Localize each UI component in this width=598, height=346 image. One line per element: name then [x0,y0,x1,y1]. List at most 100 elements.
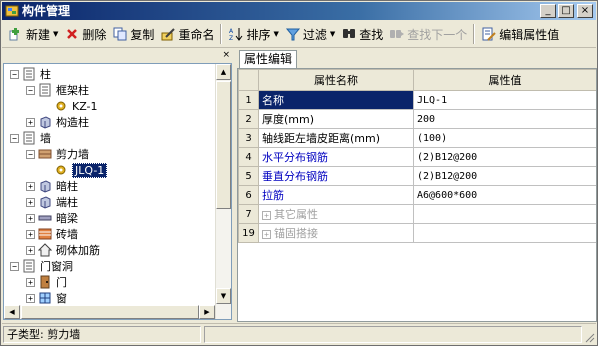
delete-button[interactable]: 删除 [61,23,109,45]
expand-icon[interactable]: + [26,117,35,127]
filter-dropdown-arrow-icon[interactable]: ▼ [330,30,335,38]
copy-button[interactable]: 复制 [109,23,157,45]
property-row[interactable]: 4 水平分布钢筋 (2)B12@200 [238,147,596,167]
status-subtype: 子类型: 剪力墙 [3,326,201,343]
tree-item-label: 剪力墙 [56,148,89,161]
window-title: 构件管理 [22,4,71,18]
property-name-cell[interactable]: + 锚固搭接 [258,223,414,243]
property-row[interactable]: 7 + 其它属性 [238,204,596,224]
tree-item[interactable]: + 窗 [26,290,67,306]
property-row[interactable]: 3 轴线距左墙皮距离(mm) (100) [238,128,596,148]
tree-item[interactable]: KZ-1 [42,98,98,114]
property-value-cell[interactable]: (2)B12@200 [413,166,596,186]
expand-icon[interactable]: + [26,293,35,303]
filter-button[interactable]: 过滤 ▼ [282,23,338,45]
tree-item[interactable]: JLQ-1 [42,162,108,178]
tree-item[interactable]: − 柱 [10,66,51,82]
property-value-header[interactable]: 属性值 [413,69,596,91]
sort-dropdown-arrow-icon[interactable]: ▼ [273,30,278,38]
tree-item[interactable]: − 剪力墙 [26,146,89,162]
expand-icon[interactable]: + [26,229,35,239]
property-row[interactable]: 1 名称 JLQ-1 [238,90,596,110]
collapse-icon[interactable]: − [26,149,35,159]
property-name-cell[interactable]: 名称 [258,90,414,110]
property-name-cell[interactable]: 垂直分布钢筋 [258,166,414,186]
expand-icon[interactable]: + [26,197,35,207]
scroll-right-icon[interactable]: ▶ [199,305,215,319]
property-row[interactable]: 6 拉筋 A6@600*600 [238,185,596,205]
expand-group-icon[interactable]: + [262,229,271,239]
rename-button[interactable]: 重命名 [157,23,217,45]
collapse-icon[interactable]: − [10,133,19,143]
minimize-button[interactable]: _ [540,4,556,18]
scroll-left-icon[interactable]: ◀ [4,305,20,319]
maximize-button[interactable]: □ [558,4,574,18]
property-name-header[interactable]: 属性名称 [258,69,414,91]
resize-grip-icon[interactable] [583,331,595,343]
row-number[interactable]: 2 [238,109,259,129]
delete-icon [67,29,78,39]
tree-item[interactable]: − 墙 [10,130,51,146]
expand-group-icon[interactable]: + [262,210,271,220]
expand-icon[interactable]: + [26,245,35,255]
tree-item[interactable]: + 暗梁 [26,210,78,226]
property-name-cell[interactable]: 厚度(mm) [258,109,414,129]
row-number[interactable]: 5 [238,166,259,186]
tree-item[interactable]: + 构造柱 [26,114,89,130]
property-value-cell[interactable] [413,204,596,224]
scroll-thumb[interactable] [216,81,231,209]
new-dropdown-arrow-icon[interactable]: ▼ [53,30,58,38]
close-button[interactable]: × [577,4,593,18]
property-row[interactable]: 2 厚度(mm) 200 [238,109,596,129]
find-button[interactable]: 查找 [338,23,386,45]
title-bar[interactable]: 构件管理 _ □ × [2,2,596,20]
scroll-down-icon[interactable]: ▼ [216,288,231,304]
row-number[interactable]: 4 [238,147,259,167]
expand-icon[interactable]: + [26,213,35,223]
edit-props-button[interactable]: 编辑属性值 [478,23,562,45]
property-value-cell[interactable]: (2)B12@200 [413,147,596,167]
expand-icon[interactable]: + [26,277,35,287]
tree-item[interactable]: − 门窗洞 [10,258,73,274]
tree-item[interactable]: + 暗柱 [26,178,78,194]
hscroll-thumb[interactable] [21,305,199,319]
tab-property-edit[interactable]: 属性编辑 [239,50,298,68]
sort-button[interactable]: A Z 排序 ▼ [225,23,281,45]
property-row[interactable]: 19 + 锚固搭接 [238,223,596,243]
tree-item-label: 柱 [40,68,51,81]
collapse-icon[interactable]: − [10,69,19,79]
property-name-cell[interactable]: 水平分布钢筋 [258,147,414,167]
property-value-cell[interactable]: JLQ-1 [413,90,596,110]
property-value-cell[interactable]: A6@600*600 [413,185,596,205]
find-next-button[interactable]: 查找下一个 [386,23,470,45]
property-name-cell[interactable]: + 其它属性 [258,204,414,224]
row-number[interactable]: 7 [238,204,259,224]
component-tree[interactable]: +连梁+墙洞+窗+门−门窗洞+砌体加筋+砖墙+暗梁+端柱+暗柱JLQ-1−剪力墙… [3,63,232,320]
tree-item[interactable]: + 砖墙 [26,226,78,242]
property-value-cell[interactable]: (100) [413,128,596,148]
status-empty [204,326,582,343]
property-name-cell[interactable]: 轴线距左墙皮距离(mm) [258,128,414,148]
row-number[interactable]: 6 [238,185,259,205]
scroll-up-icon[interactable]: ▲ [216,64,231,80]
tree-vertical-scrollbar[interactable]: ▲ ▼ [215,64,231,319]
collapse-icon[interactable]: − [26,85,35,95]
row-number[interactable]: 3 [238,128,259,148]
row-number[interactable]: 19 [238,223,259,243]
toolbar-separator [473,24,476,44]
tree-item-label: 窗 [56,292,67,305]
tree-item[interactable]: + 端柱 [26,194,78,210]
expand-icon[interactable]: + [26,181,35,191]
tree-horizontal-scrollbar[interactable]: ◀ ▶ [4,305,215,319]
property-row[interactable]: 5 垂直分布钢筋 (2)B12@200 [238,166,596,186]
property-name-cell[interactable]: 拉筋 [258,185,414,205]
tree-panel-close-icon[interactable]: × [222,50,230,60]
tree-item[interactable]: − 框架柱 [26,82,89,98]
collapse-icon[interactable]: − [10,261,19,271]
property-value-cell[interactable] [413,223,596,243]
tree-item[interactable]: + 门 [26,274,67,290]
property-value-cell[interactable]: 200 [413,109,596,129]
new-button[interactable]: 新建 ▼ [5,23,61,45]
tree-item[interactable]: + 砌体加筋 [26,242,100,258]
row-number[interactable]: 1 [238,90,259,110]
